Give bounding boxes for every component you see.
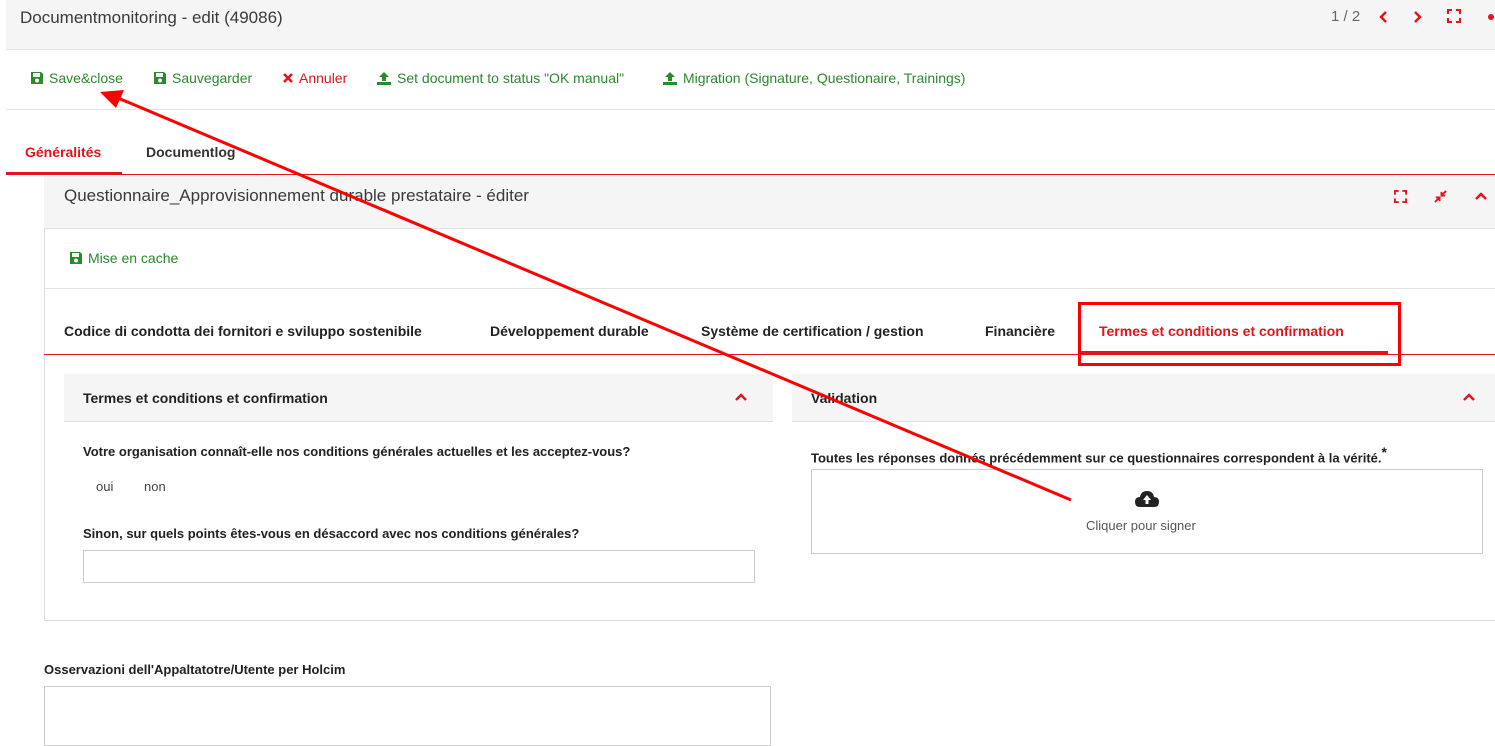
annotation-arrow: [100, 90, 1072, 502]
